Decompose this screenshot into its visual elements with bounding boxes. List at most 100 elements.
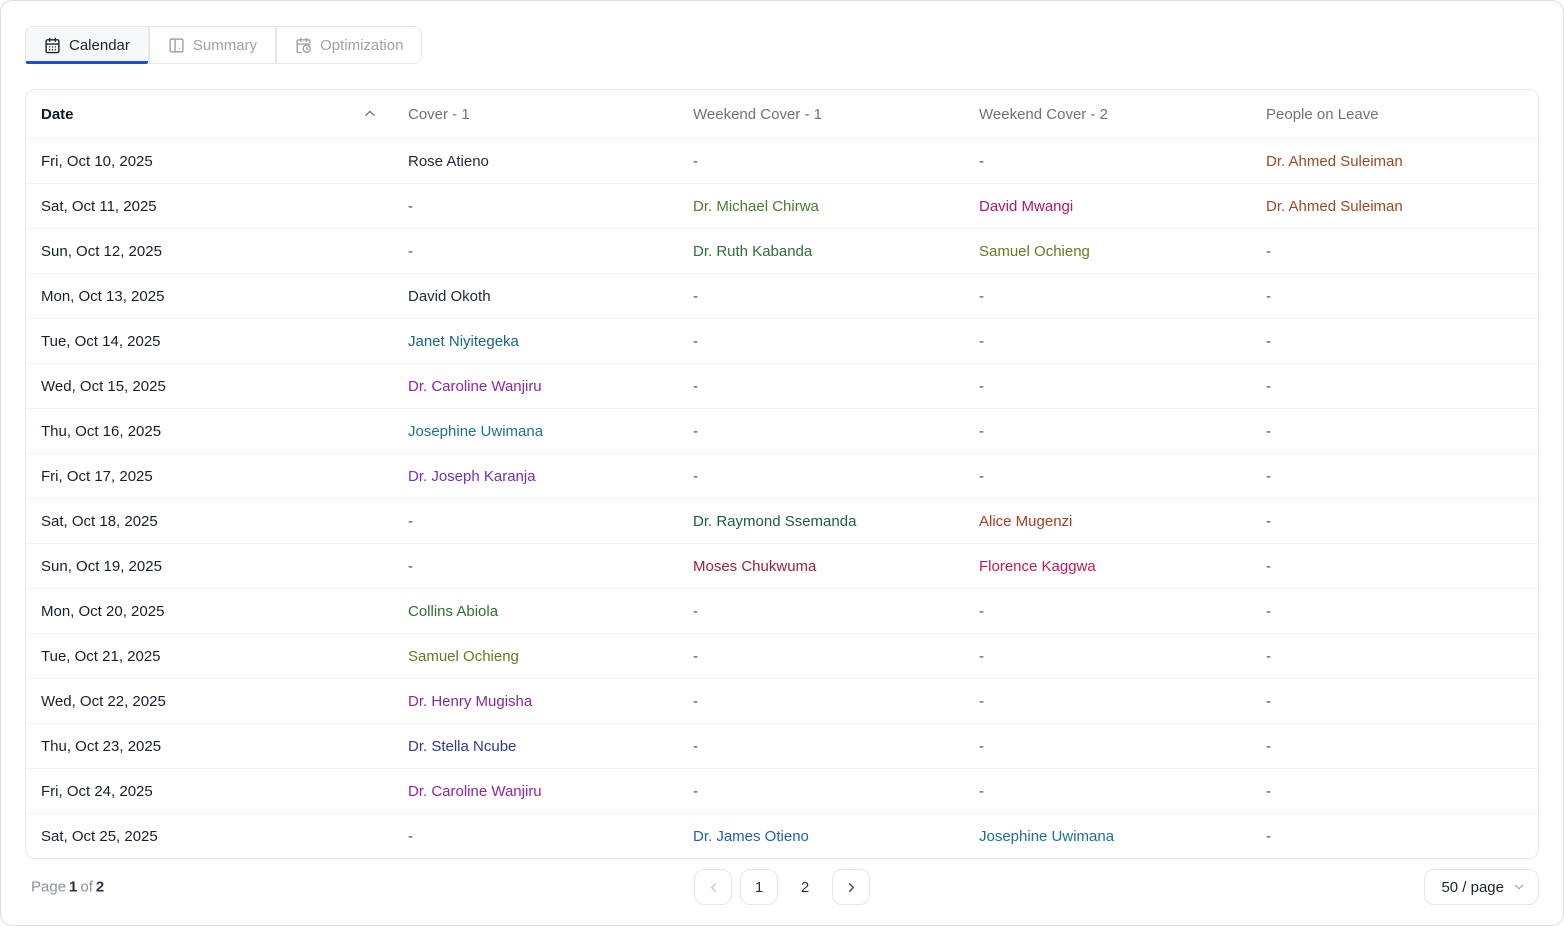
- assignment-cell: -: [964, 693, 1251, 710]
- assignment-cell: Samuel Ochieng: [393, 648, 678, 665]
- chevron-left-icon: [706, 880, 721, 895]
- table-row: Thu, Oct 23, 2025Dr. Stella Ncube---: [26, 723, 1538, 768]
- assignment-cell: -: [393, 513, 678, 530]
- assignment-cell: Moses Chukwuma: [678, 558, 964, 575]
- assignment-cell: Josephine Uwimana: [964, 828, 1251, 845]
- date-cell: Wed, Oct 22, 2025: [26, 693, 393, 710]
- assignment-cell: Dr. Ruth Kabanda: [678, 243, 964, 260]
- assignment-cell: Dr. Caroline Wanjiru: [393, 378, 678, 395]
- previous-page-button[interactable]: [694, 869, 732, 905]
- chevron-right-icon: [844, 880, 859, 895]
- page-info-current: 1: [69, 879, 77, 896]
- page-info-total: 2: [96, 879, 104, 896]
- assignment-cell: -: [678, 378, 964, 395]
- date-cell: Fri, Oct 17, 2025: [26, 468, 393, 485]
- page-info-of: of: [80, 879, 93, 896]
- page-size-value: 50 / page: [1441, 879, 1504, 896]
- assignment-cell: -: [1251, 423, 1538, 440]
- assignment-cell: -: [678, 288, 964, 305]
- assignment-cell: -: [964, 783, 1251, 800]
- page-size-select[interactable]: 50 / page: [1424, 869, 1539, 905]
- assignment-cell: Dr. Ahmed Suleiman: [1251, 153, 1538, 170]
- tab-optimization[interactable]: Optimization: [276, 26, 422, 64]
- date-cell: Sun, Oct 12, 2025: [26, 243, 393, 260]
- page-info-label: Page: [31, 879, 66, 896]
- assignment-cell: Alice Mugenzi: [964, 513, 1251, 530]
- assignment-cell: -: [678, 468, 964, 485]
- assignment-cell: Dr. Michael Chirwa: [678, 198, 964, 215]
- assignment-cell: Collins Abiola: [393, 603, 678, 620]
- page-button-2[interactable]: 2: [786, 869, 824, 905]
- column-header-cover-1: Cover - 1: [393, 106, 678, 123]
- assignment-cell: -: [393, 828, 678, 845]
- assignment-cell: -: [964, 468, 1251, 485]
- assignment-cell: -: [1251, 603, 1538, 620]
- assignment-cell: -: [1251, 783, 1538, 800]
- assignment-cell: -: [964, 333, 1251, 350]
- page-button-1[interactable]: 1: [740, 869, 778, 905]
- date-cell: Thu, Oct 16, 2025: [26, 423, 393, 440]
- assignment-cell: -: [964, 288, 1251, 305]
- assignment-cell: -: [1251, 828, 1538, 845]
- tab-bar: Calendar Summary Optimizati: [25, 26, 1563, 64]
- assignment-cell: -: [678, 423, 964, 440]
- table-row: Fri, Oct 24, 2025Dr. Caroline Wanjiru---: [26, 768, 1538, 813]
- date-cell: Fri, Oct 24, 2025: [26, 783, 393, 800]
- assignment-cell: -: [1251, 378, 1538, 395]
- assignment-cell: -: [678, 153, 964, 170]
- app-window: Calendar Summary Optimizati: [0, 0, 1564, 926]
- assignment-cell: -: [678, 783, 964, 800]
- page-info: Page1of2: [31, 879, 107, 896]
- table-row: Fri, Oct 17, 2025Dr. Joseph Karanja---: [26, 453, 1538, 498]
- assignment-cell: Rose Atieno: [393, 153, 678, 170]
- table-row: Wed, Oct 22, 2025Dr. Henry Mugisha---: [26, 678, 1538, 723]
- assignment-cell: David Okoth: [393, 288, 678, 305]
- tab-label: Calendar: [69, 37, 130, 54]
- table-row: Tue, Oct 21, 2025Samuel Ochieng---: [26, 633, 1538, 678]
- assignment-cell: David Mwangi: [964, 198, 1251, 215]
- next-page-button[interactable]: [832, 869, 870, 905]
- date-cell: Wed, Oct 15, 2025: [26, 378, 393, 395]
- assignment-cell: -: [678, 648, 964, 665]
- date-cell: Sat, Oct 11, 2025: [26, 198, 393, 215]
- optimization-icon: [295, 37, 312, 54]
- assignment-cell: -: [1251, 693, 1538, 710]
- assignment-cell: -: [964, 153, 1251, 170]
- assignment-cell: -: [1251, 333, 1538, 350]
- sort-asc-icon: [362, 106, 378, 122]
- date-cell: Tue, Oct 21, 2025: [26, 648, 393, 665]
- assignment-cell: -: [964, 378, 1251, 395]
- table-row: Sun, Oct 19, 2025-Moses ChukwumaFlorence…: [26, 543, 1538, 588]
- date-cell: Sun, Oct 19, 2025: [26, 558, 393, 575]
- assignment-cell: Florence Kaggwa: [964, 558, 1251, 575]
- assignment-cell: Dr. Caroline Wanjiru: [393, 783, 678, 800]
- table-row: Mon, Oct 13, 2025David Okoth---: [26, 273, 1538, 318]
- pager: 1 2: [694, 869, 870, 905]
- assignment-cell: -: [1251, 558, 1538, 575]
- table-body: Fri, Oct 10, 2025Rose Atieno--Dr. Ahmed …: [26, 138, 1538, 858]
- column-header-people-on-leave: People on Leave: [1251, 106, 1538, 123]
- assignment-cell: -: [393, 198, 678, 215]
- table-row: Tue, Oct 14, 2025Janet Niyitegeka---: [26, 318, 1538, 363]
- table-row: Sat, Oct 18, 2025-Dr. Raymond SsemandaAl…: [26, 498, 1538, 543]
- table-row: Sun, Oct 12, 2025-Dr. Ruth KabandaSamuel…: [26, 228, 1538, 273]
- tab-label: Summary: [193, 37, 257, 54]
- assignment-cell: -: [678, 333, 964, 350]
- date-cell: Mon, Oct 13, 2025: [26, 288, 393, 305]
- column-header-date[interactable]: Date: [26, 106, 393, 123]
- assignment-cell: Janet Niyitegeka: [393, 333, 678, 350]
- assignment-cell: -: [964, 648, 1251, 665]
- assignment-cell: -: [393, 558, 678, 575]
- schedule-table: Date Cover - 1 Weekend Cover - 1 Weekend…: [25, 89, 1539, 859]
- page-number: 2: [801, 879, 809, 896]
- calendar-icon: [44, 37, 61, 54]
- assignment-cell: -: [1251, 243, 1538, 260]
- column-label: People on Leave: [1266, 106, 1379, 123]
- assignment-cell: Dr. Ahmed Suleiman: [1251, 198, 1538, 215]
- tab-calendar[interactable]: Calendar: [25, 26, 149, 64]
- tab-summary[interactable]: Summary: [149, 26, 276, 64]
- assignment-cell: Dr. Joseph Karanja: [393, 468, 678, 485]
- date-cell: Tue, Oct 14, 2025: [26, 333, 393, 350]
- assignment-cell: Josephine Uwimana: [393, 423, 678, 440]
- assignment-cell: Dr. James Otieno: [678, 828, 964, 845]
